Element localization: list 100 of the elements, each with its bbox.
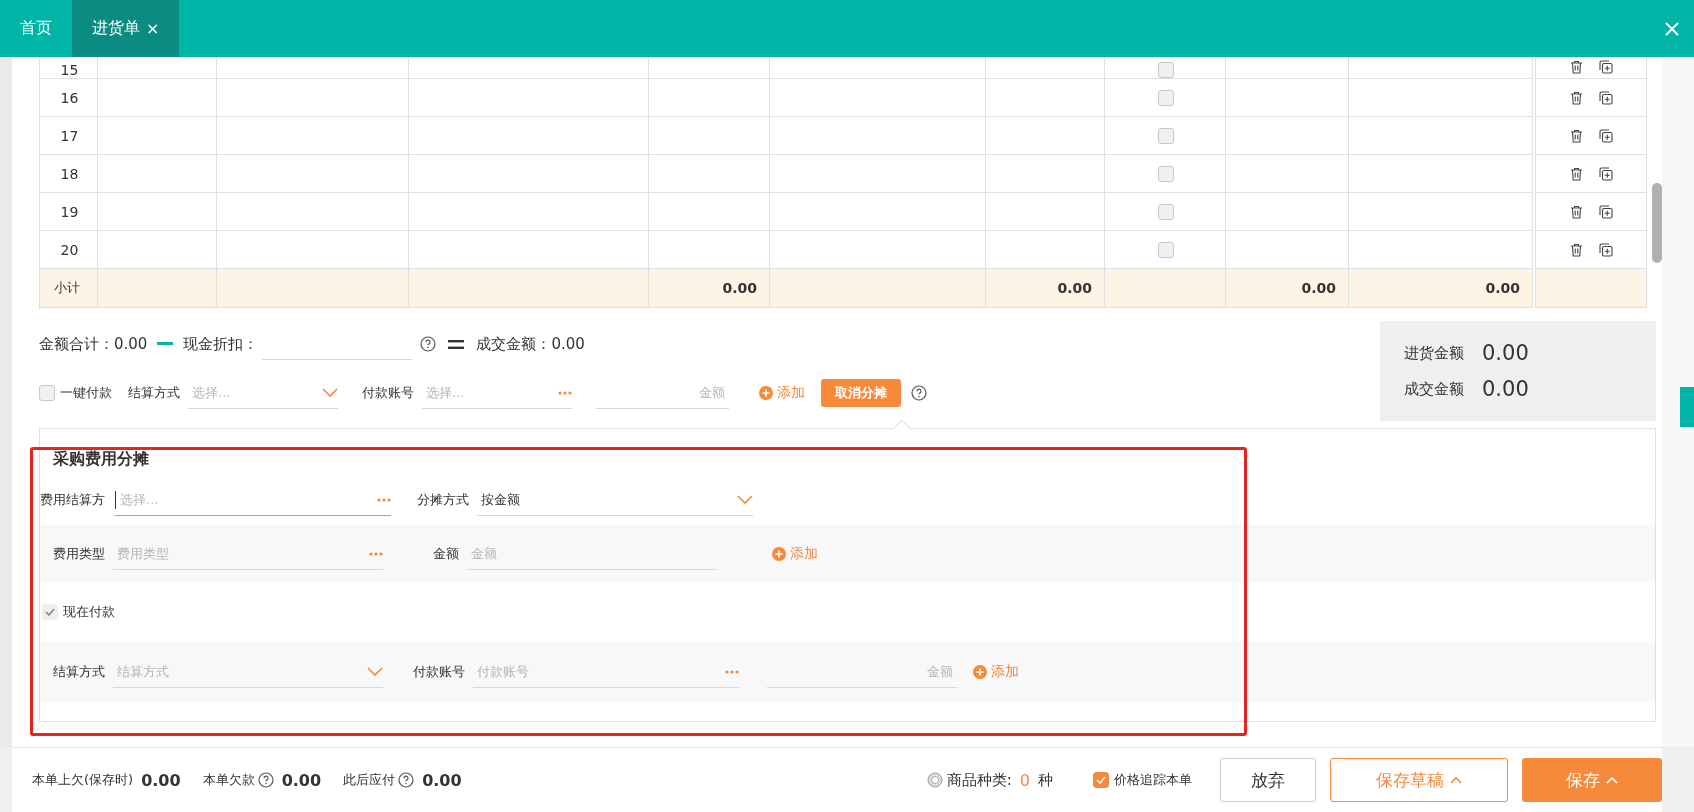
pay-account-field[interactable]: 付款账号 <box>473 656 739 688</box>
table-cell[interactable] <box>409 57 649 79</box>
table-cell[interactable] <box>217 231 409 269</box>
table-cell[interactable] <box>409 79 649 117</box>
table-cell[interactable] <box>409 117 649 155</box>
table-cell[interactable] <box>98 117 217 155</box>
table-cell[interactable] <box>217 155 409 193</box>
table-cell[interactable] <box>649 117 770 155</box>
table-cell[interactable] <box>1226 117 1349 155</box>
table-cell[interactable] <box>1349 117 1533 155</box>
row-checkbox[interactable] <box>1158 89 1174 106</box>
help-icon[interactable] <box>911 385 927 401</box>
row-checkbox[interactable] <box>1158 203 1174 220</box>
table-cell[interactable] <box>986 155 1105 193</box>
chevron-down-icon[interactable] <box>367 666 383 677</box>
table-cell[interactable] <box>98 79 217 117</box>
table-cell[interactable] <box>649 193 770 231</box>
table-cell[interactable] <box>98 57 217 79</box>
more-icon[interactable] <box>725 669 739 674</box>
table-cell[interactable] <box>649 231 770 269</box>
table-cell[interactable] <box>1349 193 1533 231</box>
account-field[interactable]: 选择... <box>422 377 572 409</box>
table-cell[interactable] <box>98 193 217 231</box>
trash-icon[interactable] <box>1569 90 1583 105</box>
chevron-down-icon[interactable] <box>737 494 753 505</box>
trash-icon[interactable] <box>1569 204 1583 219</box>
table-cell[interactable] <box>217 57 409 79</box>
table-cell[interactable] <box>1349 231 1533 269</box>
copy-add-icon[interactable] <box>1598 204 1613 219</box>
table-cell[interactable] <box>1226 155 1349 193</box>
scrollbar-thumb[interactable] <box>1652 183 1662 263</box>
row-checkbox[interactable] <box>1158 127 1174 144</box>
table-cell[interactable] <box>986 57 1105 79</box>
tab[interactable]: 进货单 × <box>72 0 180 57</box>
table-cell[interactable] <box>649 155 770 193</box>
table-cell[interactable] <box>217 79 409 117</box>
copy-add-icon[interactable] <box>1598 128 1613 143</box>
fee-type-field[interactable]: 费用类型 <box>113 538 383 570</box>
table-cell[interactable] <box>409 231 649 269</box>
copy-add-icon[interactable] <box>1598 242 1613 257</box>
table-cell[interactable] <box>770 231 986 269</box>
pay-amount-field[interactable]: 金额 <box>767 656 957 688</box>
add-link[interactable]: 添加 <box>973 663 1019 681</box>
table-cell[interactable] <box>217 193 409 231</box>
row-checkbox[interactable] <box>1158 62 1174 78</box>
table-cell[interactable] <box>986 231 1105 269</box>
footer-button[interactable]: 保存草稿 <box>1330 758 1508 802</box>
trash-icon[interactable] <box>1569 128 1583 143</box>
chevron-down-icon[interactable] <box>322 387 338 398</box>
pay-method-field[interactable]: 结算方式 <box>113 656 383 688</box>
help-icon[interactable] <box>257 772 274 788</box>
table-cell[interactable] <box>1226 79 1349 117</box>
row-checkbox[interactable] <box>1158 241 1174 258</box>
table-cell[interactable] <box>986 193 1105 231</box>
trash-icon[interactable] <box>1569 242 1583 257</box>
row-checkbox[interactable] <box>1158 165 1174 182</box>
table-cell[interactable] <box>1226 57 1349 79</box>
table-cell[interactable] <box>98 231 217 269</box>
one-click-checkbox[interactable] <box>39 385 55 401</box>
help-icon[interactable] <box>420 336 437 352</box>
table-cell[interactable] <box>770 155 986 193</box>
payer-field[interactable]: 选择... <box>115 484 391 516</box>
split-method-field[interactable]: 按金额 <box>477 484 753 516</box>
tab-close[interactable]: × <box>146 19 160 38</box>
trash-icon[interactable] <box>1569 60 1583 74</box>
copy-add-icon[interactable] <box>1598 166 1613 181</box>
tab[interactable]: 首页 <box>0 0 72 57</box>
add-link[interactable]: 添加 <box>772 545 818 563</box>
trash-icon[interactable] <box>1569 166 1583 181</box>
table-cell[interactable] <box>770 57 986 79</box>
add-link[interactable]: 添加 <box>759 384 805 402</box>
table-cell[interactable] <box>217 117 409 155</box>
table-cell[interactable] <box>770 79 986 117</box>
table-cell[interactable] <box>770 193 986 231</box>
table-cell[interactable] <box>409 155 649 193</box>
help-icon[interactable] <box>398 772 415 788</box>
table-cell[interactable] <box>649 79 770 117</box>
table-cell[interactable] <box>1349 57 1533 79</box>
table-cell[interactable] <box>649 57 770 79</box>
table-cell[interactable] <box>1349 155 1533 193</box>
table-cell[interactable] <box>1226 193 1349 231</box>
copy-add-icon[interactable] <box>1598 90 1613 105</box>
more-icon[interactable] <box>377 497 391 502</box>
method-field[interactable]: 选择... <box>188 377 338 409</box>
table-cell[interactable] <box>1349 79 1533 117</box>
more-icon[interactable] <box>369 551 383 556</box>
pay-now-checkbox[interactable] <box>42 604 58 620</box>
table-cell[interactable] <box>98 155 217 193</box>
table-cell[interactable] <box>770 117 986 155</box>
table-cell[interactable] <box>409 193 649 231</box>
amount-field[interactable]: 金额 <box>596 377 729 409</box>
table-cell[interactable] <box>1226 231 1349 269</box>
cancel-allocation-button[interactable]: 取消分摊 <box>821 379 901 407</box>
footer-button[interactable]: 保存 <box>1522 758 1662 802</box>
footer-button[interactable]: 放弃 <box>1220 758 1316 802</box>
table-cell[interactable] <box>986 79 1105 117</box>
fee-amount-field[interactable]: 金额 <box>467 538 717 570</box>
table-cell[interactable] <box>986 117 1105 155</box>
track-checkbox[interactable] <box>1093 772 1109 788</box>
more-icon[interactable] <box>558 390 572 395</box>
